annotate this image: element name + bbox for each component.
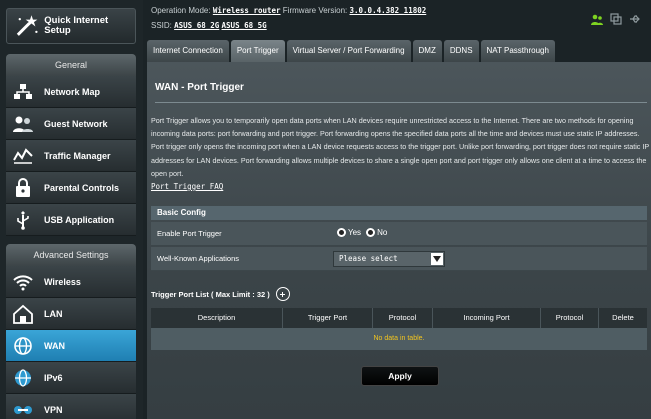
general-heading: General <box>6 54 136 76</box>
firmware-label: Firmware Version: <box>282 6 348 15</box>
empty-table-message: No data in table. <box>151 328 647 350</box>
usb-status-icon[interactable] <box>629 12 641 24</box>
copy-status-icon[interactable] <box>610 12 622 25</box>
tab-dmz[interactable]: DMZ <box>412 40 442 62</box>
enable-yes-radio[interactable] <box>337 228 346 237</box>
enable-radio-group: Yes No <box>337 228 387 237</box>
column-incoming-port: Incoming Port <box>433 308 541 328</box>
tab-internet-connection[interactable]: Internet Connection <box>147 40 229 62</box>
menu-label: Guest Network <box>44 118 108 129</box>
enable-port-trigger-label: Enable Port Trigger <box>157 229 222 238</box>
well-known-apps-label: Well-Known Applications <box>157 254 239 263</box>
column-description: Description <box>151 308 283 328</box>
enable-no-radio[interactable] <box>366 228 376 237</box>
title-divider <box>155 102 647 103</box>
select-value: Please select <box>339 254 398 263</box>
menu-label: USB Application <box>44 214 115 225</box>
status-icons <box>591 12 641 25</box>
firmware-link[interactable]: 3.0.0.4.382_11802 <box>350 6 427 15</box>
ssid-5g-link[interactable]: ASUS_68_5G <box>222 21 267 30</box>
tab-port-trigger[interactable]: Port Trigger <box>230 40 285 62</box>
menu-item-vpn[interactable]: VPN <box>6 394 136 419</box>
advanced-settings-heading: Advanced Settings <box>6 244 136 266</box>
sidebar: Quick Internet Setup General Network Map… <box>0 0 143 419</box>
menu-label: Wireless <box>44 276 81 287</box>
menu-label: VPN <box>44 404 63 415</box>
enable-port-trigger-row: Enable Port Trigger Yes No <box>151 222 647 246</box>
usb-application-icon <box>10 209 36 231</box>
trigger-port-list-heading: Trigger Port List ( Max Limit : 32 ) <box>151 287 290 301</box>
column-protocol: Protocol <box>373 308 433 328</box>
no-label: No <box>377 228 388 237</box>
parental-controls-icon <box>10 177 36 199</box>
menu-item-wireless[interactable]: Wireless <box>6 266 136 298</box>
ssid-label: SSID: <box>151 21 172 30</box>
wireless-icon <box>10 271 36 293</box>
vpn-icon <box>10 399 36 419</box>
menu-item-usb-application[interactable]: USB Application <box>6 204 136 236</box>
operation-mode-label: Operation Mode: <box>151 6 211 15</box>
chevron-down-icon <box>431 253 443 265</box>
menu-label: Network Map <box>44 86 101 97</box>
operation-mode-line: Operation Mode: Wireless router Firmware… <box>151 6 426 15</box>
tab-bar: Internet Connection Port Trigger Virtual… <box>147 40 651 62</box>
traffic-manager-icon <box>10 145 36 167</box>
ssid-line: SSID: ASUS_68_2G ASUS_68_5G <box>151 21 267 30</box>
menu-item-traffic-manager[interactable]: Traffic Manager <box>6 140 136 172</box>
trigger-port-list-label: Trigger Port List ( Max Limit : 32 ) <box>151 289 270 299</box>
menu-label: LAN <box>44 308 63 319</box>
column-delete: Delete <box>612 313 634 322</box>
operation-mode-link[interactable]: Wireless router <box>213 6 281 15</box>
menu-label: Parental Controls <box>44 182 120 193</box>
table-header: Description Trigger Port Protocol Incomi… <box>151 308 647 328</box>
add-rule-button[interactable] <box>275 287 290 301</box>
wan-icon <box>10 335 36 357</box>
tab-nat-passthrough[interactable]: NAT Passthrough <box>480 40 555 62</box>
wand-icon <box>16 15 38 36</box>
menu-item-ipv6[interactable]: IPv6 <box>6 362 136 394</box>
tab-virtual-server[interactable]: Virtual Server / Port Forwarding <box>286 40 411 62</box>
apply-button[interactable]: Apply <box>361 366 439 386</box>
quick-internet-setup-button[interactable]: Quick Internet Setup <box>6 8 136 44</box>
tab-ddns[interactable]: DDNS <box>443 40 479 62</box>
menu-item-network-map[interactable]: Network Map <box>6 76 136 108</box>
status-bar: Operation Mode: Wireless router Firmware… <box>143 0 651 40</box>
yes-label: Yes <box>348 228 362 237</box>
menu-label: Traffic Manager <box>44 150 111 161</box>
menu-label: WAN <box>44 340 65 351</box>
column-trigger-port: Trigger Port <box>283 308 373 328</box>
guest-network-icon <box>10 113 36 135</box>
ipv6-icon <box>10 367 36 389</box>
network-map-icon <box>10 81 36 103</box>
page-description: Port Trigger allows you to temporarily o… <box>151 116 650 178</box>
menu-item-guest-network[interactable]: Guest Network <box>6 108 136 140</box>
trigger-port-table: Description Trigger Port Protocol Incomi… <box>151 308 647 350</box>
basic-config-heading: Basic Config <box>151 206 647 220</box>
ssid-2g-link[interactable]: ASUS_68_2G <box>174 21 219 30</box>
well-known-apps-select[interactable]: Please select <box>333 251 445 267</box>
general-menu: Network Map Guest Network Traffic Manage… <box>6 76 136 236</box>
main-panel: WAN - Port Trigger Port Trigger allows y… <box>147 62 651 419</box>
quick-setup-label: Quick Internet Setup <box>44 15 109 36</box>
well-known-apps-row: Well-Known Applications Please select <box>151 247 647 271</box>
advanced-menu: Wireless LAN WAN IPv6 VPN <box>6 266 136 419</box>
menu-item-lan[interactable]: LAN <box>6 298 136 330</box>
menu-item-wan[interactable]: WAN <box>6 330 136 362</box>
column-protocol-2: Protocol <box>541 308 599 328</box>
menu-label: IPv6 <box>44 372 63 383</box>
user-status-icon[interactable] <box>591 12 603 25</box>
page-title: WAN - Port Trigger <box>155 82 244 93</box>
port-trigger-faq-link[interactable]: Port Trigger FAQ <box>151 182 223 191</box>
menu-item-parental-controls[interactable]: Parental Controls <box>6 172 136 204</box>
lan-icon <box>10 303 36 325</box>
